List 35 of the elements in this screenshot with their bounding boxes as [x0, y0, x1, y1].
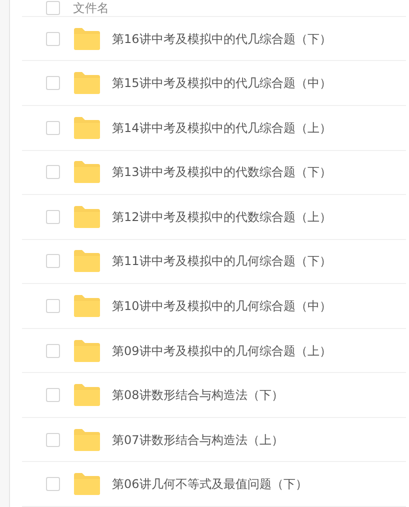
file-name[interactable]: 第08讲数形结合与构造法（下） — [112, 388, 284, 402]
checkbox[interactable] — [46, 76, 60, 90]
checkbox[interactable] — [46, 477, 60, 492]
folder-icon — [73, 72, 100, 94]
file-name[interactable]: 第07讲数形结合与构造法（上） — [112, 432, 284, 447]
checkbox[interactable] — [46, 0, 60, 15]
checkbox[interactable] — [46, 388, 60, 402]
folder-icon — [73, 340, 100, 362]
folder-icon — [73, 28, 100, 50]
checkbox[interactable] — [46, 254, 60, 268]
folder-icon — [73, 384, 100, 406]
file-name[interactable]: 第15讲中考及模拟中的代几综合题（中） — [112, 76, 332, 90]
folder-icon — [73, 206, 100, 228]
folder-icon — [73, 295, 100, 317]
file-name[interactable]: 第12讲中考及模拟中的代数综合题（上） — [112, 210, 332, 224]
file-name[interactable]: 第16讲中考及模拟中的代几综合题（下） — [112, 32, 332, 46]
folder-icon — [73, 250, 100, 272]
column-header[interactable]: 文件名 — [73, 0, 109, 15]
file-name[interactable]: 第14讲中考及模拟中的代几综合题（上） — [112, 120, 332, 135]
folder-icon — [73, 116, 100, 139]
file-name[interactable]: 第09讲中考及模拟中的几何综合题（上） — [112, 344, 332, 358]
file-name[interactable]: 第06讲几何不等式及最值问题（下） — [112, 477, 308, 492]
folder-icon — [73, 161, 100, 184]
file-name[interactable]: 第13讲中考及模拟中的代数综合题（下） — [112, 165, 332, 180]
file-name[interactable]: 第10讲中考及模拟中的几何综合题（中） — [112, 299, 332, 313]
file-name[interactable]: 第11讲中考及模拟中的几何综合题（下） — [112, 254, 332, 268]
checkbox[interactable] — [46, 165, 60, 180]
checkbox[interactable] — [46, 344, 60, 358]
folder-icon — [73, 473, 100, 496]
checkbox[interactable] — [46, 32, 60, 46]
folder-icon — [73, 428, 100, 451]
checkbox[interactable] — [46, 299, 60, 313]
checkbox[interactable] — [46, 432, 60, 447]
checkbox[interactable] — [46, 120, 60, 135]
checkbox[interactable] — [46, 210, 60, 224]
